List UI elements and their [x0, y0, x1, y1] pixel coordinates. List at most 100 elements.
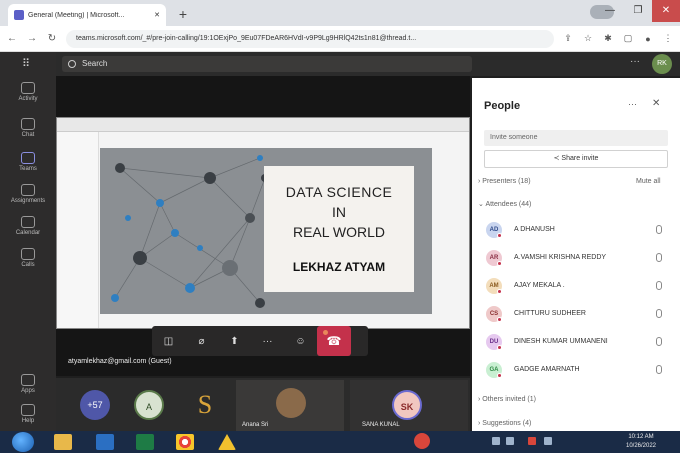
- url-field[interactable]: teams.microsoft.com/_#/pre-join-calling/…: [66, 29, 554, 48]
- presence-status-icon: [497, 261, 502, 266]
- attendee-row[interactable]: DU DINESH KUMAR UMMANENI: [484, 332, 668, 352]
- tray-battery-icon[interactable]: [506, 437, 514, 445]
- share-invite-button[interactable]: ≺ Share invite: [484, 150, 668, 168]
- hang-up-button[interactable]: ☎: [317, 326, 351, 356]
- slide-title-line-2: IN: [332, 204, 346, 220]
- close-icon[interactable]: ✕: [652, 98, 660, 109]
- bookmark-star-icon[interactable]: ☆: [582, 33, 594, 44]
- rail-chat[interactable]: Chat: [0, 118, 56, 138]
- pinned-app-icon[interactable]: [414, 433, 430, 449]
- browser-tab[interactable]: General (Meeting) | Microsoft... ✕: [8, 4, 166, 26]
- search-icon: [68, 60, 76, 68]
- excel-icon[interactable]: [136, 434, 154, 450]
- window-controls: — ❐ ✕: [596, 0, 680, 22]
- help-icon: [21, 404, 35, 416]
- extensions-icon[interactable]: ✱: [602, 33, 614, 44]
- app-launcher-icon[interactable]: ⠿: [22, 57, 30, 70]
- app-rail: Activity Chat Teams Assignments Calendar…: [0, 52, 56, 431]
- attendee-row[interactable]: AD A DHANUSH: [484, 220, 668, 240]
- taskbar-clock[interactable]: 10:12 AM 10/26/2022: [612, 433, 670, 451]
- start-button[interactable]: [12, 432, 34, 452]
- others-invited-section-header[interactable]: › Others invited (1): [478, 396, 536, 403]
- rail-activity[interactable]: Activity: [0, 82, 56, 102]
- notification-dot: [323, 330, 328, 335]
- rail-assignments[interactable]: Assignments: [0, 184, 56, 204]
- camera-off-icon: ◫: [163, 335, 174, 347]
- slide-title-line-3: REAL WORLD: [292, 224, 386, 240]
- clock-date: 10/26/2022: [625, 443, 657, 449]
- presence-status-icon: [497, 373, 502, 378]
- camera-off-button[interactable]: ◫: [152, 326, 185, 356]
- reactions-button[interactable]: ☺: [284, 326, 317, 356]
- phone-icon: [21, 248, 35, 260]
- file-explorer-icon[interactable]: [54, 434, 72, 450]
- attendee-name: GADGE AMARNATH: [514, 366, 580, 373]
- participant-avatar-sk: SK: [392, 390, 422, 420]
- invite-input[interactable]: [484, 130, 668, 146]
- rail-apps[interactable]: Apps: [0, 374, 56, 394]
- tray-volume-icon[interactable]: [544, 437, 552, 445]
- participant-name: Anana Sri: [242, 422, 269, 428]
- presenters-section-header[interactable]: › Presenters (18): [478, 178, 531, 185]
- mute-all-button[interactable]: Mute all: [636, 178, 661, 185]
- attendee-row[interactable]: CS CHITTURU SUDHEER: [484, 304, 668, 324]
- address-bar: ← → ↻ teams.microsoft.com/_#/pre-join-ca…: [0, 26, 680, 52]
- people-more-icon[interactable]: ···: [628, 99, 637, 109]
- participant-avatar-a[interactable]: A: [134, 390, 164, 420]
- chrome-icon[interactable]: [176, 434, 194, 450]
- teams-icon: [21, 152, 35, 164]
- window-close-icon[interactable]: ✕: [652, 0, 680, 22]
- participant-name: SANA KUNAL: [362, 422, 400, 428]
- participant-avatar-s[interactable]: S: [190, 388, 220, 422]
- maximize-icon[interactable]: ❐: [624, 0, 652, 22]
- chat-icon: [21, 118, 35, 130]
- more-actions-button[interactable]: ···: [251, 326, 284, 356]
- rail-calendar[interactable]: Calendar: [0, 216, 56, 236]
- tray-network-icon[interactable]: [492, 437, 500, 445]
- outlook-icon[interactable]: [96, 434, 114, 450]
- attendees-section-header[interactable]: ⌄ Attendees (44): [478, 200, 531, 208]
- suggestions-section-header[interactable]: › Suggestions (4): [478, 420, 531, 427]
- back-icon[interactable]: ←: [6, 33, 18, 44]
- attendee-row[interactable]: GA GADGE AMARNATH: [484, 360, 668, 380]
- settings-more-icon[interactable]: ···: [630, 56, 640, 67]
- search-input[interactable]: Search: [62, 56, 472, 72]
- rail-help[interactable]: Help: [0, 404, 56, 424]
- tab-title: General (Meeting) | Microsoft...: [28, 11, 125, 19]
- slide-author: LEKHAZ ATYAM: [292, 260, 386, 274]
- reload-icon[interactable]: ↻: [46, 33, 58, 44]
- attendee-row[interactable]: AR A.VAMSHI KRISHNA REDDY: [484, 248, 668, 268]
- rail-calls[interactable]: Calls: [0, 248, 56, 268]
- share-icon[interactable]: ⇪: [562, 33, 574, 44]
- presenter-label: atyamlekhaz@gmail.com (Guest): [68, 358, 172, 365]
- clock-time: 10:12 AM: [628, 434, 654, 440]
- mic-muted-icon: [656, 309, 662, 318]
- presence-status-icon: [497, 317, 502, 322]
- attendee-row[interactable]: AM AJAY MEKALA .: [484, 276, 668, 296]
- tray-alert-icon[interactable]: [528, 437, 536, 445]
- mic-muted-icon: [656, 253, 662, 262]
- teams-favicon-icon: [14, 10, 24, 20]
- new-tab-button[interactable]: +: [174, 6, 192, 22]
- more-icon: ···: [262, 335, 273, 347]
- mic-muted-icon: [656, 337, 662, 346]
- sidebar-icon[interactable]: ▢: [622, 33, 634, 44]
- share-button[interactable]: ⬆: [218, 326, 251, 356]
- attendee-name: AJAY MEKALA .: [514, 282, 565, 289]
- account-icon[interactable]: ●: [642, 34, 654, 44]
- apps-icon: [21, 374, 35, 386]
- rail-teams[interactable]: Teams: [0, 152, 56, 172]
- mic-off-icon: ⌀: [198, 335, 205, 347]
- presence-status-icon: [497, 345, 502, 350]
- call-controls: ◫ ⌀ ⬆ ··· ☺ ☎: [152, 326, 368, 356]
- my-avatar[interactable]: RK: [652, 54, 672, 74]
- minimize-icon[interactable]: —: [596, 0, 624, 22]
- calendar-icon: [21, 216, 35, 228]
- attendee-name: CHITTURU SUDHEER: [514, 310, 586, 317]
- browser-menu-icon[interactable]: ⋮: [662, 33, 674, 44]
- mic-off-button[interactable]: ⌀: [185, 326, 218, 356]
- reactions-icon: ☺: [295, 335, 306, 347]
- tab-close-icon[interactable]: ✕: [154, 11, 160, 19]
- more-participants-badge[interactable]: +57: [80, 390, 110, 420]
- forward-icon[interactable]: →: [26, 33, 38, 44]
